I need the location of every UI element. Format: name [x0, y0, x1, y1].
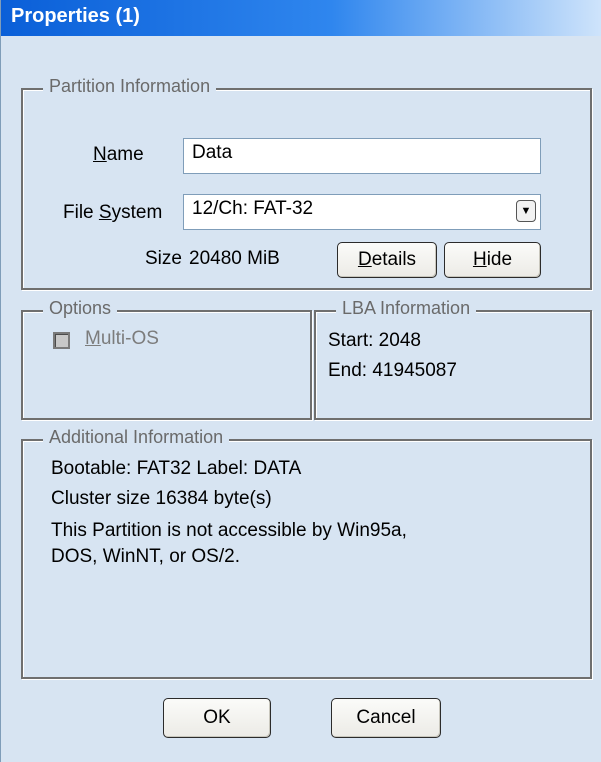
- lba-start: Start: 2048: [328, 330, 421, 351]
- details-button[interactable]: Details: [337, 242, 437, 278]
- multi-os-checkbox[interactable]: [53, 332, 70, 349]
- file-system-label: File System: [63, 202, 163, 223]
- partition-information-label: Partition Information: [43, 76, 217, 97]
- lba-information-group: LBA Information Start: 2048 End: 4194508…: [314, 298, 592, 420]
- size-value: 20480 MiB: [189, 248, 280, 269]
- properties-dialog: Properties (1) Partition Information Nam…: [0, 0, 601, 762]
- file-system-value: 12/Ch: FAT-32: [192, 198, 314, 219]
- file-system-select[interactable]: 12/Ch: FAT-32 ▼: [183, 194, 541, 230]
- hide-button[interactable]: Hide: [444, 242, 541, 278]
- partition-information-group: Partition Information Name Data File Sys…: [21, 76, 592, 290]
- info-line: This Partition is not accessible by Win9…: [51, 520, 407, 541]
- lba-information-label: LBA Information: [336, 298, 477, 319]
- options-group: Options Multi-OS: [21, 298, 312, 420]
- size-label: Size: [145, 248, 182, 269]
- info-line: Bootable: FAT32 Label: DATA: [51, 458, 302, 479]
- cancel-button[interactable]: Cancel: [331, 698, 441, 738]
- chevron-down-icon[interactable]: ▼: [516, 200, 536, 222]
- title-bar[interactable]: Properties (1): [1, 0, 601, 36]
- info-line: Cluster size 16384 byte(s): [51, 488, 272, 509]
- info-line: DOS, WinNT, or OS/2.: [51, 546, 240, 567]
- name-label: Name: [93, 144, 144, 165]
- name-field-value: Data: [192, 142, 233, 163]
- lba-end: End: 41945087: [328, 360, 457, 381]
- ok-button[interactable]: OK: [163, 698, 271, 738]
- additional-information-label: Additional Information: [43, 427, 230, 448]
- options-label: Options: [43, 298, 118, 319]
- multi-os-label: Multi-OS: [85, 328, 159, 349]
- window-title: Properties (1): [11, 5, 140, 27]
- name-field[interactable]: Data: [183, 138, 541, 174]
